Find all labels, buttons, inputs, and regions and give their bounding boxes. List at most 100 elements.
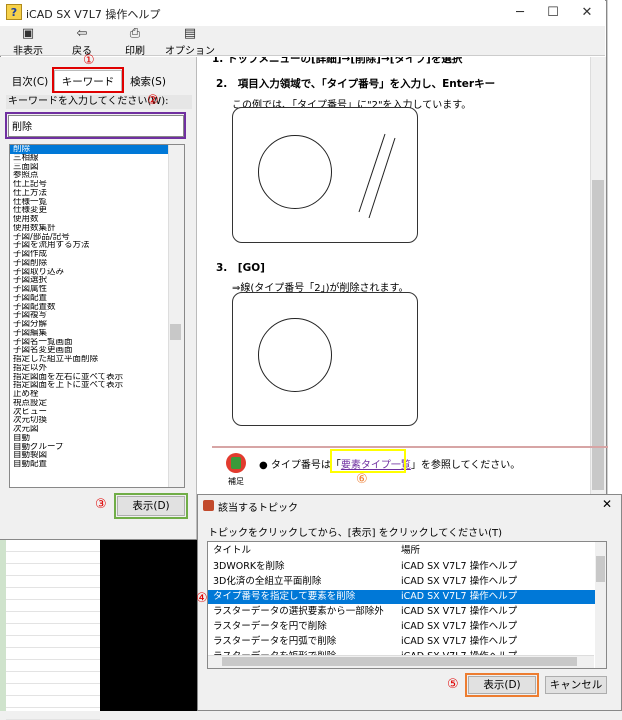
content-scroll-thumb[interactable] bbox=[592, 180, 604, 490]
keyword-item[interactable]: 指定図面を左右に並べて表示 bbox=[10, 373, 184, 382]
figure-circle bbox=[258, 135, 332, 209]
keyword-item[interactable]: 次元図 bbox=[10, 425, 184, 434]
app-icon: ? bbox=[6, 4, 22, 20]
keyword-item[interactable]: 子図名一覧画面 bbox=[10, 338, 184, 347]
keyword-item[interactable]: 子図を流用する方法 bbox=[10, 241, 184, 250]
keyword-item[interactable]: 使用数 bbox=[10, 215, 184, 224]
topic-row[interactable]: ラスターデータの選択要素から一部除外 iCAD SX V7L7 操作ヘルプ bbox=[208, 605, 596, 619]
topic-row[interactable]: ラスターデータを円で削除 iCAD SX V7L7 操作ヘルプ bbox=[208, 620, 596, 634]
maximize-icon[interactable]: ☐ bbox=[538, 3, 568, 23]
link-highlight bbox=[330, 449, 406, 473]
step-1-title: 1. トップメニューの[詳細]→[削除]→[タイプ]を選択 bbox=[212, 57, 463, 65]
topic-row[interactable]: タイプ番号を指定して要素を削除 iCAD SX V7L7 操作ヘルプ bbox=[208, 590, 596, 604]
keyword-item[interactable]: 三相線 bbox=[10, 154, 184, 163]
options-button[interactable]: ▤ オプション(O) bbox=[162, 26, 218, 68]
background-grid-row bbox=[6, 552, 100, 564]
keyword-list[interactable]: 削除 三相線 三面図 参照点 仕上記号 仕上方法 仕様一覧 仕様変更 使用数 使用数集計 子図/部品… bbox=[9, 144, 185, 488]
topic-row[interactable]: 3DWORKを削除 iCAD SX V7L7 操作ヘルプ bbox=[208, 560, 596, 574]
keyword-item[interactable]: 子図削除 bbox=[10, 259, 184, 268]
keyword-list-scrollbar[interactable] bbox=[168, 145, 184, 487]
keyword-item[interactable]: 指定以外 bbox=[10, 364, 184, 373]
figure-before bbox=[232, 107, 418, 243]
keyword-item[interactable]: 子図選択 bbox=[10, 276, 184, 285]
topic-row[interactable]: ラスターデータを円弧で削除 iCAD SX V7L7 操作ヘルプ bbox=[208, 635, 596, 649]
background-dark-area bbox=[100, 540, 200, 711]
tab-contents[interactable]: 目次(C) bbox=[8, 72, 52, 92]
keyword-item[interactable]: 自動 bbox=[10, 434, 184, 443]
keyword-input-highlight bbox=[5, 112, 186, 139]
column-title[interactable]: タイトル bbox=[213, 544, 251, 558]
topic-location: iCAD SX V7L7 操作ヘルプ bbox=[401, 621, 518, 632]
keyword-item[interactable]: 次元切換 bbox=[10, 416, 184, 425]
topic-title: タイプ番号を指定して要素を削除 bbox=[213, 591, 356, 602]
dialog-instruction: トピックをクリックしてから、[表示] をクリックしてください(T) bbox=[208, 528, 502, 539]
keyword-item[interactable]: 子図分解 bbox=[10, 320, 184, 329]
topic-list-hscroll-thumb[interactable] bbox=[222, 657, 577, 666]
keyword-list-scroll-thumb[interactable] bbox=[170, 324, 181, 340]
topic-list-header: タイトル 場所 bbox=[208, 544, 596, 558]
background-grid-row bbox=[6, 684, 100, 696]
keyword-item[interactable]: 指定した組立平面削除 bbox=[10, 355, 184, 364]
marker-1: ① bbox=[83, 53, 95, 68]
keyword-item[interactable]: 子図/部品/記号 bbox=[10, 233, 184, 242]
topic-list-scroll-thumb[interactable] bbox=[596, 556, 605, 582]
topic-title: ラスターデータを円弧で削除 bbox=[213, 636, 337, 647]
keyword-item[interactable]: 子図取り込み bbox=[10, 268, 184, 277]
close-icon[interactable]: ✕ bbox=[572, 3, 602, 23]
background-grid-row bbox=[6, 540, 100, 552]
dialog-close-icon[interactable]: ✕ bbox=[602, 497, 612, 511]
hide-button[interactable]: ▣ 非表示 bbox=[8, 26, 48, 57]
keyword-item[interactable]: 子図複写 bbox=[10, 311, 184, 320]
keyword-item[interactable]: 仕様変更 bbox=[10, 206, 184, 215]
minimize-icon[interactable]: ─ bbox=[505, 3, 535, 23]
column-location[interactable]: 場所 bbox=[401, 544, 420, 558]
keyword-item[interactable]: 自動製図 bbox=[10, 451, 184, 460]
cancel-button[interactable]: キャンセル bbox=[545, 676, 607, 694]
keyword-tab-highlight bbox=[52, 67, 124, 93]
back-arrow-icon: ⇦ bbox=[76, 26, 88, 41]
marker-4: ④ bbox=[196, 591, 208, 606]
keyword-item[interactable]: 止め栓 bbox=[10, 390, 184, 399]
keyword-item[interactable]: 三面図 bbox=[10, 163, 184, 172]
keyword-item[interactable]: 次ビュー bbox=[10, 408, 184, 417]
keyword-item[interactable]: 子図名変更画面 bbox=[10, 346, 184, 355]
keyword-item[interactable]: 仕様一覧 bbox=[10, 198, 184, 207]
background-grid-row bbox=[6, 648, 100, 660]
keyword-item[interactable]: 子図作成 bbox=[10, 250, 184, 259]
background-spreadsheet bbox=[6, 540, 100, 720]
background-grid-row bbox=[6, 600, 100, 612]
keyword-item[interactable]: 指定図面を上下に並べて表示 bbox=[10, 381, 184, 390]
hide-icon: ▣ bbox=[21, 26, 35, 41]
print-button[interactable]: ⎙ 印刷 bbox=[115, 26, 155, 57]
step-3-title: 3. [GO] bbox=[216, 262, 265, 274]
keyword-item[interactable]: 子図配置 bbox=[10, 294, 184, 303]
keyword-item[interactable]: 使用数集計 bbox=[10, 224, 184, 233]
dialog-show-highlight bbox=[465, 673, 539, 697]
topic-row[interactable]: 3D化済の全組立平面削除 iCAD SX V7L7 操作ヘルプ bbox=[208, 575, 596, 589]
keyword-item[interactable]: 子図属性 bbox=[10, 285, 184, 294]
keyword-item[interactable]: 仕上記号 bbox=[10, 180, 184, 189]
note-prefix: ● タイプ番号は「 bbox=[259, 460, 341, 471]
keyword-prompt: キーワードを入力してください(W): bbox=[6, 95, 192, 109]
tab-search[interactable]: 検索(S) bbox=[126, 72, 170, 92]
marker-5: ⑤ bbox=[447, 677, 459, 692]
keyword-item[interactable]: 自動配置 bbox=[10, 460, 184, 469]
figure-after bbox=[232, 292, 418, 426]
topic-location: iCAD SX V7L7 操作ヘルプ bbox=[401, 591, 518, 602]
background-grid-row bbox=[6, 672, 100, 684]
keyword-item[interactable]: 参照点 bbox=[10, 171, 184, 180]
hide-label: 非表示 bbox=[13, 46, 43, 57]
back-button[interactable]: ⇦ 戻る bbox=[62, 26, 102, 57]
keyword-item[interactable]: 子図編集 bbox=[10, 329, 184, 338]
keyword-item[interactable]: 仕上方法 bbox=[10, 189, 184, 198]
keyword-item[interactable]: 子図配置数 bbox=[10, 303, 184, 312]
topic-list[interactable]: タイトル 場所 3DWORKを削除 iCAD SX V7L7 操作ヘルプ 3D化済の… bbox=[207, 541, 607, 669]
dialog-title: 該当するトピック bbox=[218, 503, 298, 514]
note-icon bbox=[226, 453, 246, 473]
background-grid-row bbox=[6, 564, 100, 576]
topic-title: ラスターデータを円で削除 bbox=[213, 621, 327, 632]
keyword-item[interactable]: 視点設定 bbox=[10, 399, 184, 408]
keyword-item[interactable]: 削除 bbox=[10, 145, 184, 154]
keyword-item[interactable]: 自動グループ bbox=[10, 443, 184, 452]
dialog-icon bbox=[203, 500, 214, 511]
